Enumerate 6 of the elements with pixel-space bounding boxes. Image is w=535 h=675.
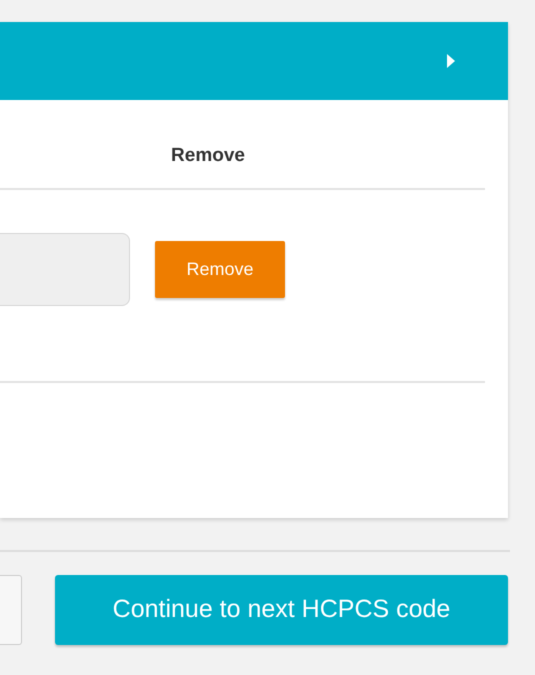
- remove-button[interactable]: Remove: [155, 241, 285, 298]
- column-header: Remove: [170, 144, 246, 168]
- caret-right-icon[interactable]: [446, 53, 456, 69]
- secondary-button[interactable]: [0, 575, 22, 645]
- input-field[interactable]: [0, 233, 130, 306]
- continue-button[interactable]: Continue to next HCPCS code: [55, 575, 508, 645]
